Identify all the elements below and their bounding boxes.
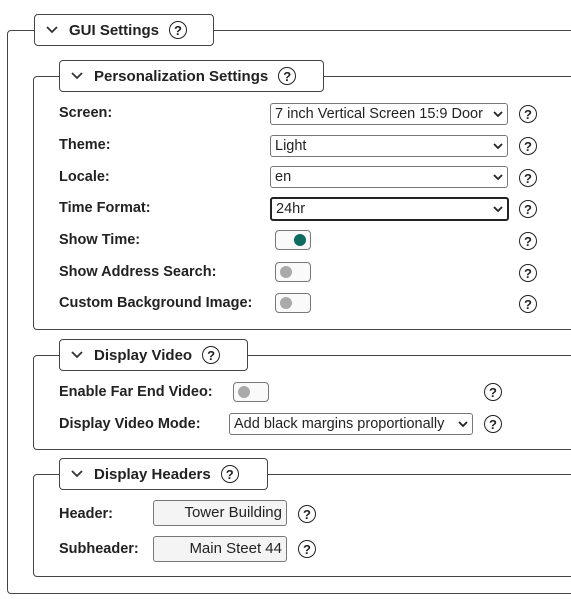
display-headers-title: Display Headers — [94, 465, 211, 483]
toggle-knob — [294, 234, 306, 246]
show-address-search-toggle[interactable] — [275, 262, 311, 282]
show-time-toggle[interactable] — [275, 230, 311, 250]
help-icon[interactable]: ? — [519, 169, 537, 187]
header-label: Header: — [59, 506, 113, 522]
chevron-down-icon[interactable] — [70, 348, 84, 362]
theme-label: Theme: — [59, 137, 111, 153]
help-icon[interactable]: ? — [519, 264, 537, 282]
personalization-title: Personalization Settings — [94, 67, 269, 85]
custom-background-label: Custom Background Image: — [59, 295, 253, 311]
help-icon[interactable]: ? — [484, 415, 502, 433]
time-format-value: 24hr — [276, 201, 306, 217]
subheader-label: Subheader: — [59, 541, 139, 557]
display-video-mode-label: Display Video Mode: — [59, 416, 201, 432]
help-icon[interactable]: ? — [220, 465, 239, 483]
toggle-knob — [280, 297, 292, 309]
chevron-down-icon — [458, 421, 468, 428]
display-headers-header[interactable]: Display Headers ? — [59, 458, 268, 490]
time-format-label: Time Format: — [59, 200, 151, 216]
gui-settings-header[interactable]: GUI Settings ? — [34, 14, 214, 46]
locale-value: en — [275, 169, 292, 185]
time-format-select[interactable]: 24hr — [270, 197, 509, 221]
personalization-header[interactable]: Personalization Settings ? — [59, 60, 324, 92]
chevron-down-icon — [493, 206, 503, 213]
enable-far-end-video-toggle[interactable] — [233, 382, 269, 402]
gui-settings-title: GUI Settings — [69, 21, 160, 39]
help-icon[interactable]: ? — [298, 505, 316, 523]
show-address-search-label: Show Address Search: — [59, 264, 217, 280]
help-icon[interactable]: ? — [519, 232, 537, 250]
locale-label: Locale: — [59, 169, 110, 185]
help-icon[interactable]: ? — [298, 540, 316, 558]
locale-select[interactable]: en — [270, 166, 508, 188]
chevron-down-icon — [493, 111, 503, 118]
help-icon[interactable]: ? — [519, 200, 537, 218]
chevron-down-icon[interactable] — [70, 69, 84, 83]
help-icon[interactable]: ? — [278, 67, 297, 85]
screen-label: Screen: — [59, 105, 113, 121]
help-icon[interactable]: ? — [519, 105, 537, 123]
display-video-mode-select[interactable]: Add black margins proportionally — [229, 413, 473, 435]
toggle-knob — [238, 386, 250, 398]
help-icon[interactable]: ? — [484, 383, 502, 401]
screen-value: 7 inch Vertical Screen 15:9 Door — [275, 106, 483, 122]
show-time-label: Show Time: — [59, 232, 141, 248]
toggle-knob — [280, 266, 292, 278]
chevron-down-icon[interactable] — [45, 23, 59, 37]
theme-select[interactable]: Light — [270, 135, 508, 157]
enable-far-end-video-label: Enable Far End Video: — [59, 384, 213, 400]
help-icon[interactable]: ? — [519, 137, 537, 155]
custom-background-toggle[interactable] — [275, 293, 311, 313]
chevron-down-icon[interactable] — [70, 467, 84, 481]
help-icon[interactable]: ? — [519, 295, 537, 313]
help-icon[interactable]: ? — [169, 21, 188, 39]
display-video-header[interactable]: Display Video ? — [59, 339, 248, 371]
screen-select[interactable]: 7 inch Vertical Screen 15:9 Door — [270, 103, 508, 125]
display-video-mode-value: Add black margins proportionally — [234, 416, 445, 432]
display-video-title: Display Video — [94, 346, 193, 364]
theme-value: Light — [275, 138, 307, 154]
subheader-input[interactable]: Main Steet 44 — [153, 536, 287, 562]
chevron-down-icon — [493, 143, 503, 150]
help-icon[interactable]: ? — [202, 346, 221, 364]
chevron-down-icon — [493, 174, 503, 181]
header-input[interactable]: Tower Building — [153, 500, 287, 526]
